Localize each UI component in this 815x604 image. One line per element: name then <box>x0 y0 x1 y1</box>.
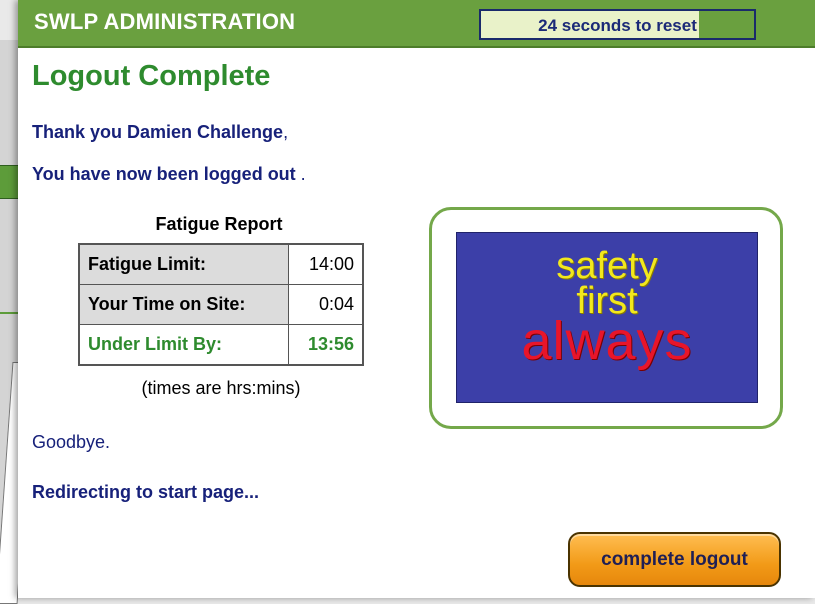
logged-out-text: You have now been logged out <box>32 164 296 184</box>
complete-logout-button[interactable]: complete logout <box>568 532 781 587</box>
redirect-message: Redirecting to start page... <box>32 482 260 502</box>
goodbye-message: Goodbye. <box>32 432 111 452</box>
fatigue-limit-row: Fatigue Limit: 14:00 <box>78 243 364 285</box>
safety-banner-line-3: always <box>521 311 693 371</box>
app-title: SWLP ADMINISTRATION <box>34 9 296 34</box>
logged-out-message: You have now been logged out . <box>32 164 306 185</box>
thank-you-name: Thank you Damien Challenge <box>32 122 284 142</box>
thank-you-message: Thank you Damien Challenge, <box>32 122 288 143</box>
time-on-site-label: Your Time on Site: <box>78 284 289 325</box>
fatigue-limit-value: 14:00 <box>288 243 364 285</box>
under-limit-label: Under Limit By: <box>78 324 289 366</box>
page-title: Logout Complete <box>32 60 271 92</box>
header-bar: SWLP ADMINISTRATION 24 seconds to reset <box>18 0 815 48</box>
fatigue-report-note: (times are hrs:mins) <box>141 378 301 398</box>
logout-window: SWLP ADMINISTRATION 24 seconds to reset … <box>18 0 815 598</box>
thank-you-comma: , <box>283 122 289 142</box>
reset-timer-text: 24 seconds to reset <box>538 16 697 35</box>
under-limit-value: 13:56 <box>288 324 364 366</box>
time-on-site-row: Your Time on Site: 0:04 <box>78 284 364 325</box>
fatigue-limit-label: Fatigue Limit: <box>78 243 289 285</box>
under-limit-row: Under Limit By: 13:56 <box>78 324 364 366</box>
safety-first-banner: safety first always <box>456 232 758 403</box>
fatigue-report-table: Fatigue Limit: 14:00 Your Time on Site: … <box>78 243 364 366</box>
time-on-site-value: 0:04 <box>288 284 364 325</box>
fatigue-report-title: Fatigue Report <box>155 214 283 234</box>
logged-out-period: . <box>295 164 306 184</box>
reset-timer: 24 seconds to reset <box>479 9 756 40</box>
